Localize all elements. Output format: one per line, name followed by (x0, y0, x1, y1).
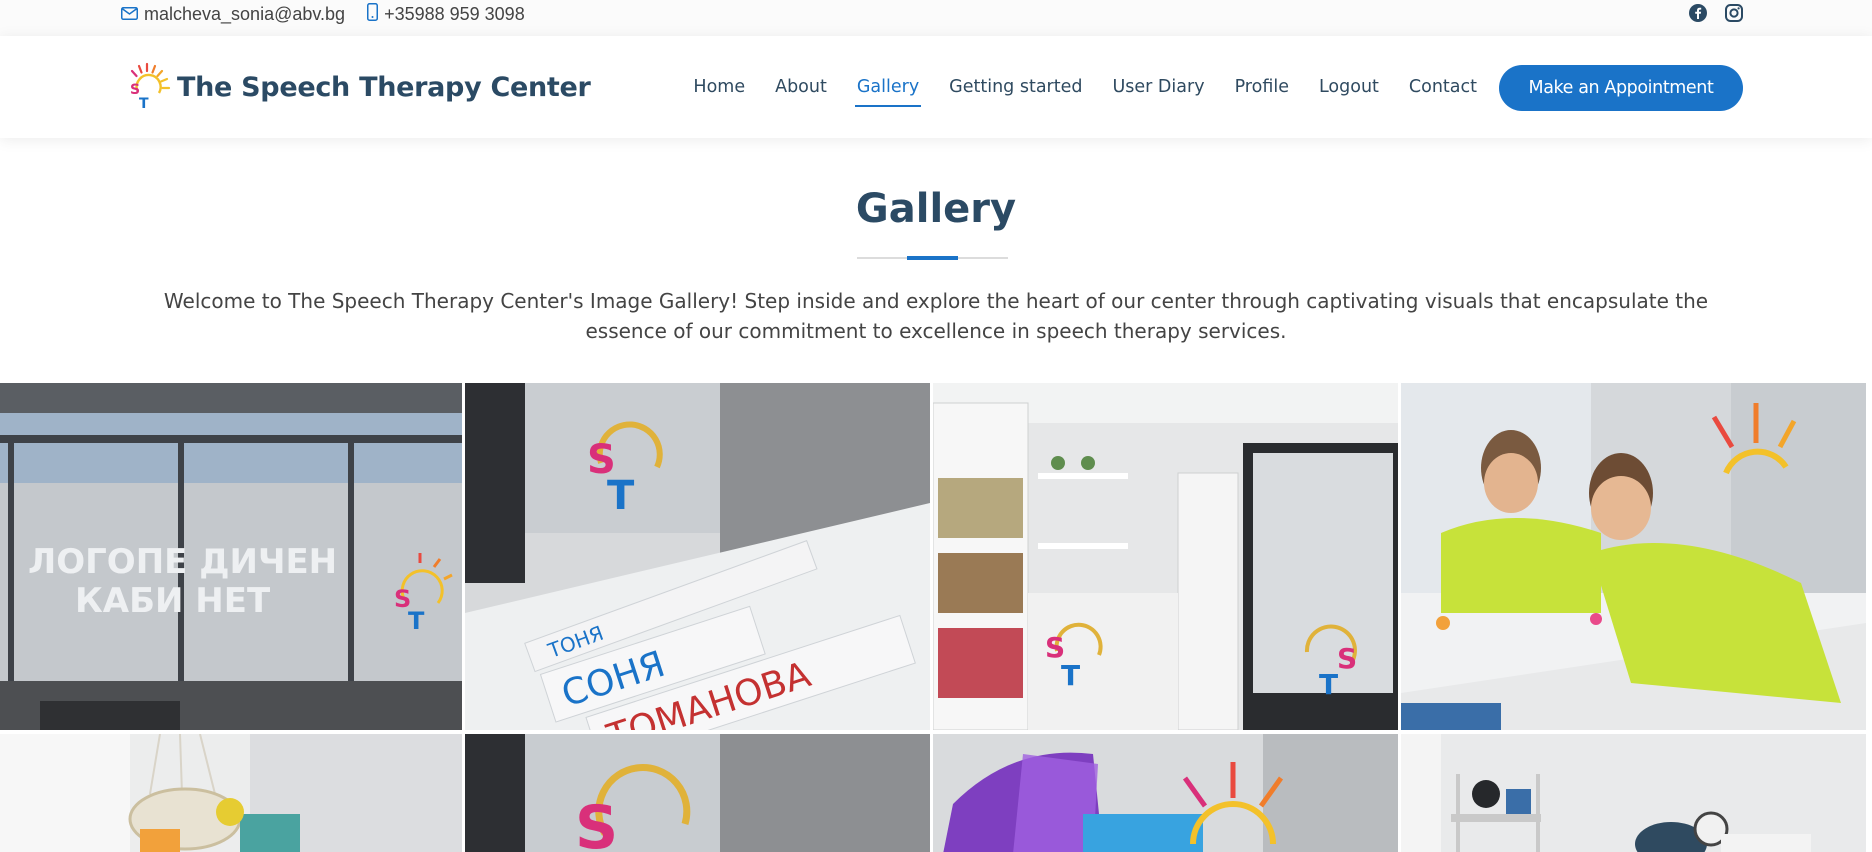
email-contact[interactable]: malcheva_sonia@abv.bg (121, 4, 345, 25)
nav-contact[interactable]: Contact (1409, 77, 1477, 97)
svg-text:T: T (408, 607, 425, 635)
main-navigation: Home About Gallery Getting started User … (663, 36, 1477, 138)
gallery-photo-logo-glass[interactable]: S (465, 734, 930, 852)
svg-text:T: T (1061, 659, 1080, 692)
instagram-icon[interactable] (1724, 3, 1744, 23)
gallery-intro-text: Welcome to The Speech Therapy Center's I… (163, 289, 1709, 343)
svg-text:T: T (1319, 668, 1338, 701)
nav-gallery[interactable]: Gallery (854, 77, 922, 107)
gallery-photo-room-cart[interactable] (1401, 734, 1866, 852)
nav-user-diary[interactable]: User Diary (1112, 77, 1204, 97)
gallery-photo-swing-chair[interactable] (0, 734, 462, 852)
brand-logo-link[interactable]: S T The Speech Therapy Center (121, 60, 591, 114)
nav-profile[interactable]: Profile (1235, 77, 1289, 97)
phone-contact[interactable]: +35988 959 3098 (367, 2, 525, 26)
gallery-photo-children[interactable] (1401, 383, 1866, 730)
sign-text-line2: КАБИ НЕТ (75, 581, 271, 621)
gallery-photo-letter-cards[interactable]: S T ТОНЯ СОНЯ ТОМАНОВА (465, 383, 930, 730)
svg-text:T: T (607, 473, 635, 519)
sign-text-line1: ЛОГОПЕ ДИЧЕН (28, 542, 337, 582)
phone-text: +35988 959 3098 (384, 3, 525, 24)
social-links (1688, 3, 1744, 23)
nav-logout[interactable]: Logout (1319, 77, 1379, 97)
facebook-icon[interactable] (1688, 3, 1708, 23)
sun-logo-icon: S T (121, 60, 173, 114)
page-title: Gallery (855, 186, 1017, 232)
svg-text:T: T (139, 96, 149, 112)
title-divider-accent (907, 256, 958, 260)
nav-home[interactable]: Home (693, 77, 745, 97)
nav-about[interactable]: About (775, 77, 827, 97)
svg-text:S: S (1337, 642, 1357, 675)
gallery-photo-purple-folder[interactable] (933, 734, 1398, 852)
nav-getting-started[interactable]: Getting started (949, 77, 1082, 97)
site-header: S T The Speech Therapy Center Home About… (0, 36, 1872, 138)
envelope-icon (121, 4, 138, 25)
mobile-phone-icon (367, 2, 379, 26)
email-text: malcheva_sonia@abv.bg (144, 3, 346, 24)
contact-info: malcheva_sonia@abv.bg +35988 959 3098 (121, 0, 547, 28)
gallery-photo-therapy-room[interactable]: S T S T (933, 383, 1398, 730)
make-appointment-button[interactable]: Make an Appointment (1499, 65, 1743, 111)
gallery-photo-office-sign[interactable]: ЛОГОПЕ ДИЧЕН КАБИ НЕТ S T (0, 383, 462, 730)
brand-name: The Speech Therapy Center (177, 71, 591, 103)
gallery-grid: ЛОГОПЕ ДИЧЕН КАБИ НЕТ S T S T ТОНЯ СОНЯ … (0, 383, 1872, 852)
svg-text:S: S (575, 793, 618, 852)
top-contact-bar: malcheva_sonia@abv.bg +35988 959 3098 (0, 0, 1872, 36)
